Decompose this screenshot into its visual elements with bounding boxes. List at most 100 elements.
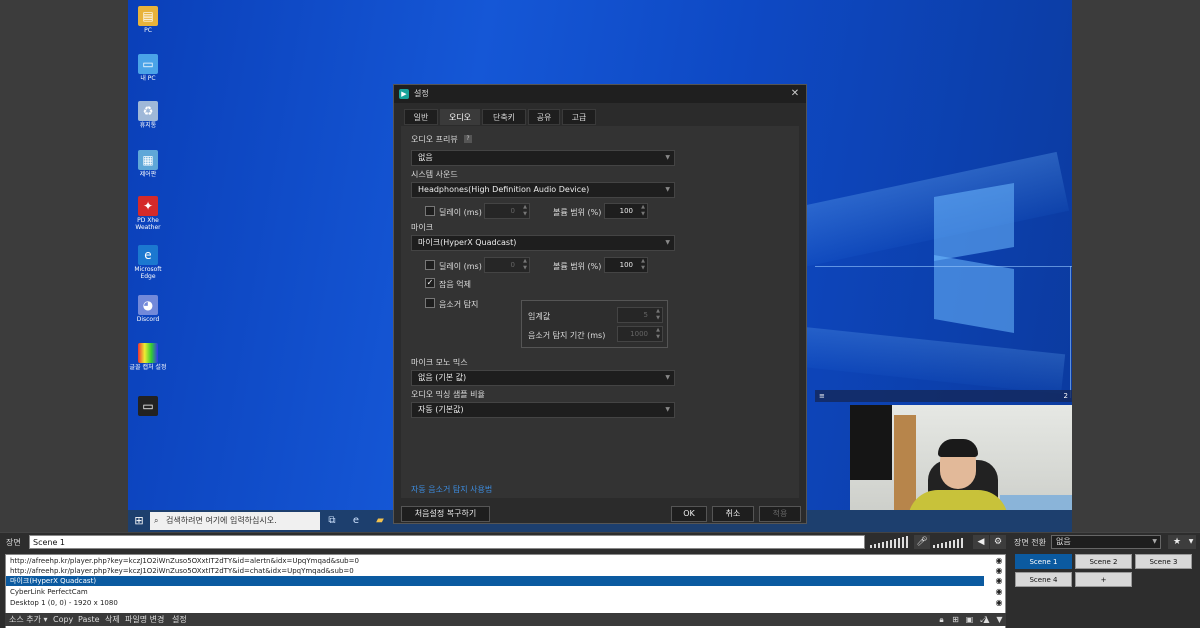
desktop-icon-control-panel[interactable]: ▦ 제어판 bbox=[128, 150, 168, 178]
overlay-border bbox=[815, 266, 1072, 267]
transition-label: 장면 전환 bbox=[1014, 538, 1046, 547]
ok-button[interactable]: OK bbox=[671, 506, 707, 522]
desktop-icon-monitor[interactable]: ▭ bbox=[128, 396, 168, 417]
windows-start-icon[interactable]: ⊞ bbox=[132, 514, 146, 528]
source-item-selected[interactable]: 마이크(HyperX Quadcast) bbox=[6, 576, 984, 586]
desktop-icon-my-pc[interactable]: ▭ 내 PC bbox=[128, 54, 168, 82]
eye-icon[interactable]: ◉ bbox=[994, 587, 1004, 597]
tab-share[interactable]: 공유 bbox=[528, 109, 560, 125]
tab-general[interactable]: 일반 bbox=[404, 109, 438, 125]
preview-right-margin bbox=[1072, 0, 1200, 532]
eye-icon[interactable]: ◉ bbox=[994, 598, 1004, 608]
overlay-border bbox=[1070, 266, 1071, 398]
rename-button[interactable]: 파일명 변경 bbox=[125, 613, 164, 626]
taskbar-search-input[interactable]: ⌕ 검색하려면 여기에 입력하십시오. bbox=[150, 512, 320, 530]
task-view-icon[interactable]: ⧉ bbox=[324, 513, 340, 529]
scene-button-3[interactable]: Scene 3 bbox=[1135, 554, 1192, 569]
eye-icon[interactable]: ◉ bbox=[994, 556, 1004, 566]
preview-left-margin bbox=[0, 0, 128, 532]
desktop-icon-pc[interactable]: ▤ PC bbox=[128, 6, 168, 34]
source-item[interactable]: Desktop 1 (0, 0) - 1920 x 1080 bbox=[6, 598, 984, 608]
scene-button-4[interactable]: Scene 4 bbox=[1015, 572, 1072, 587]
chevron-down-icon: ▼ bbox=[665, 154, 670, 161]
desktop-icon-capture[interactable]: 글꼴 캡처 설정 bbox=[128, 343, 168, 371]
lock-icon[interactable]: 🔒︎ bbox=[936, 613, 947, 626]
paste-button[interactable]: Paste bbox=[78, 613, 100, 626]
noise-suppression-checkbox[interactable]: ✓ bbox=[425, 278, 435, 288]
source-item[interactable]: CyberLink PerfectCam bbox=[6, 587, 984, 597]
scene-button-2[interactable]: Scene 2 bbox=[1075, 554, 1132, 569]
source-toolbar: 소스 추가 ▾ Copy Paste 삭제 파일명 변경 설정 🔒︎ ⊞ ▣ ⤢… bbox=[5, 613, 1006, 626]
mic-mono-mix-select[interactable]: 없음 (기본 값) ▼ bbox=[411, 370, 675, 386]
help-icon[interactable]: ? bbox=[464, 135, 472, 143]
reset-defaults-button[interactable]: 처음설정 복구하기 bbox=[401, 506, 490, 522]
microphone-icon[interactable]: 🎤︎ bbox=[914, 535, 930, 549]
source-item[interactable]: http://afreehp.kr/player.php?key=kczJ1O2… bbox=[6, 566, 984, 576]
apply-button[interactable]: 적용 bbox=[759, 506, 801, 522]
panel-grip-icon: ≡ bbox=[819, 392, 825, 400]
mic-delay-label: 딜레이 (ms) bbox=[439, 262, 482, 271]
scene-button-1[interactable]: Scene 1 bbox=[1015, 554, 1072, 569]
speaker-icon[interactable]: ◀ bbox=[973, 535, 989, 549]
tab-audio[interactable]: 오디오 bbox=[440, 109, 480, 125]
desktop-icon-app[interactable]: ✦ PD Xhe Weather bbox=[128, 196, 168, 231]
source-item[interactable]: http://afreehp.kr/player.php?key=kczJ1O2… bbox=[6, 556, 984, 566]
mixing-sample-rate-select[interactable]: 자동 (기본값) ▼ bbox=[411, 402, 675, 418]
chevron-down-icon: ▼ bbox=[665, 186, 670, 193]
discord-icon: ◕ bbox=[138, 295, 158, 315]
spin-arrows-icon: ▲ ▼ bbox=[641, 258, 645, 271]
add-scene-button[interactable]: + bbox=[1075, 572, 1132, 587]
scene-name-input[interactable]: Scene 1 bbox=[29, 535, 865, 549]
eye-icon[interactable]: ◉ bbox=[994, 566, 1004, 576]
system-volume-meter[interactable] bbox=[870, 536, 912, 548]
desktop-icon-recycle-bin[interactable]: ♻ 휴지통 bbox=[128, 101, 168, 129]
arrow-down-icon[interactable]: ▼ bbox=[994, 613, 1005, 626]
noise-gate-group: 임계값 5 ▲ ▼ 음소거 탐지 기간 (ms) 1000 ▲ ▼ bbox=[521, 300, 668, 348]
star-icon[interactable]: ★ bbox=[1168, 535, 1186, 549]
system-volume-label: 볼륨 범위 (%) bbox=[553, 208, 602, 217]
system-volume-spinbox[interactable]: 100 ▲ ▼ bbox=[604, 203, 648, 219]
noise-gate-checkbox[interactable] bbox=[425, 298, 435, 308]
delete-button[interactable]: 삭제 bbox=[105, 613, 120, 626]
mic-label: 마이크 bbox=[411, 223, 434, 232]
arrow-up-icon[interactable]: ▲ bbox=[981, 613, 992, 626]
file-explorer-icon[interactable]: ▰ bbox=[372, 513, 388, 529]
computer-icon: ▭ bbox=[138, 54, 158, 74]
gate-duration-spinbox[interactable]: 1000 ▲ ▼ bbox=[617, 326, 663, 342]
mic-delay-spinbox[interactable]: 0 ▲ ▼ bbox=[484, 257, 530, 273]
desktop-icon-discord[interactable]: ◕ Discord bbox=[128, 295, 168, 323]
mic-select[interactable]: 마이크(HyperX Quadcast) ▼ bbox=[411, 235, 675, 251]
system-delay-spinbox[interactable]: 0 ▲ ▼ bbox=[484, 203, 530, 219]
tab-advanced[interactable]: 고급 bbox=[562, 109, 596, 125]
transition-select[interactable]: 없음 ▼ bbox=[1051, 535, 1161, 549]
mic-volume-spinbox[interactable]: 100 ▲ ▼ bbox=[604, 257, 648, 273]
eye-icon[interactable]: ◉ bbox=[994, 576, 1004, 586]
app-root: ▤ PC ▭ 내 PC ♻ 휴지통 ▦ 제어판 ✦ PD Xhe Weather… bbox=[0, 0, 1200, 628]
cancel-button[interactable]: 취소 bbox=[712, 506, 754, 522]
grid-icon[interactable]: ⊞ bbox=[950, 613, 961, 626]
threshold-spinbox[interactable]: 5 ▲ ▼ bbox=[617, 307, 663, 323]
edge-icon[interactable]: e bbox=[348, 513, 364, 529]
audio-preview-select[interactable]: 없음 ▼ bbox=[411, 150, 675, 166]
mic-delay-checkbox[interactable] bbox=[425, 260, 435, 270]
add-source-button[interactable]: 소스 추가 ▾ bbox=[9, 613, 48, 626]
fit-icon[interactable]: ▣ bbox=[964, 613, 975, 626]
desktop-icon-edge[interactable]: e Microsoft Edge bbox=[128, 245, 168, 280]
gear-icon[interactable]: ⚙ bbox=[990, 535, 1006, 549]
gate-duration-label: 음소거 탐지 기간 (ms) bbox=[528, 331, 606, 340]
system-delay-checkbox[interactable] bbox=[425, 206, 435, 216]
noise-suppression-label: 잡음 억제 bbox=[439, 280, 471, 289]
system-sound-select[interactable]: Headphones(High Definition Audio Device)… bbox=[411, 182, 675, 198]
auto-noise-help-link[interactable]: 자동 음소거 탐지 사용법 bbox=[411, 484, 492, 495]
mic-volume-meter[interactable] bbox=[933, 536, 975, 548]
tab-hotkeys[interactable]: 단축키 bbox=[482, 109, 526, 125]
spin-arrows-icon: ▲ ▼ bbox=[523, 204, 527, 217]
app-icon bbox=[138, 343, 158, 363]
source-settings-button[interactable]: 설정 bbox=[172, 613, 187, 626]
dialog-title-bar: ▶ 설정 ✕ bbox=[394, 85, 806, 103]
chevron-down-icon[interactable]: ▼ bbox=[1186, 535, 1196, 549]
close-icon[interactable]: ✕ bbox=[788, 85, 802, 103]
copy-button[interactable]: Copy bbox=[53, 613, 73, 626]
audio-settings-panel: 오디오 프리뷰 ? 없음 ▼ 시스템 사운드 Headphones(High De… bbox=[401, 126, 799, 498]
mic-volume-label: 볼륨 범위 (%) bbox=[553, 262, 602, 271]
